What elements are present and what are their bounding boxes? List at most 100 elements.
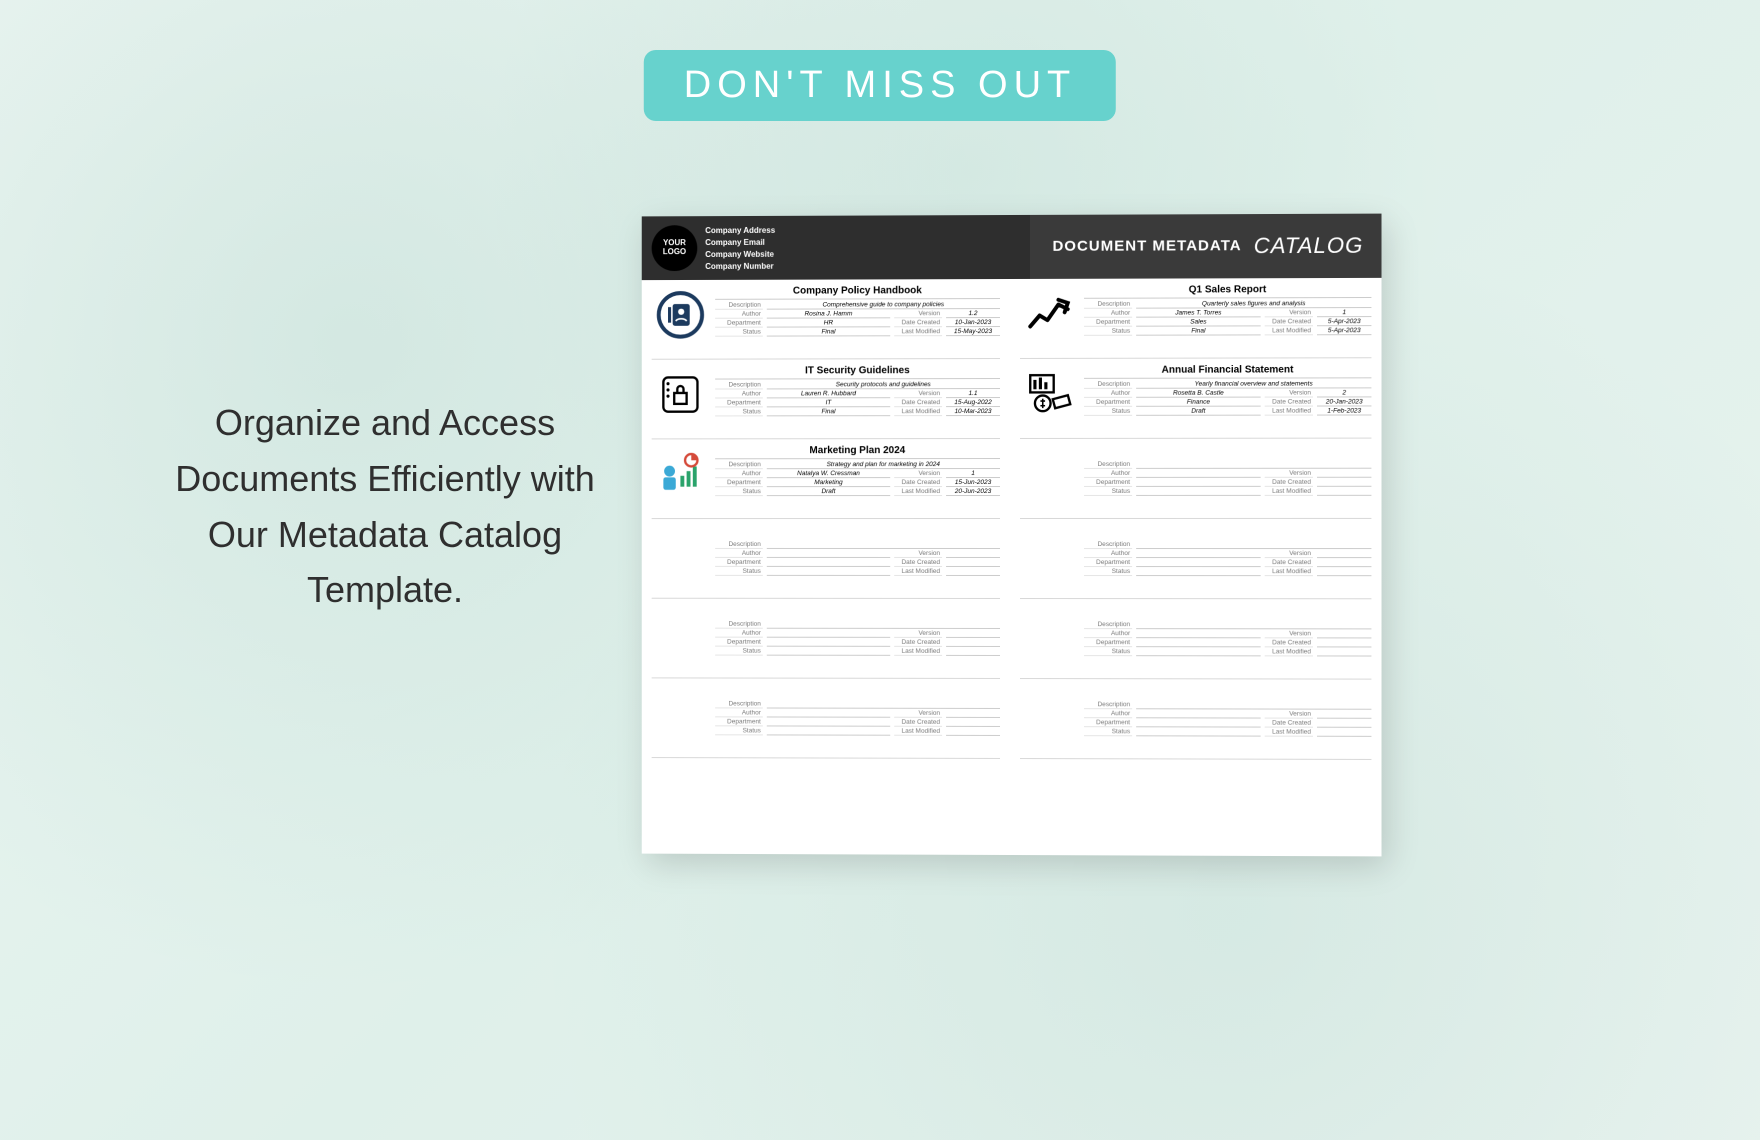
value-last-modified: 20-Jun-2023 <box>946 488 1000 496</box>
company-email-label: Company Email <box>705 237 775 246</box>
label-status: Status <box>1084 648 1132 656</box>
catalog-card: Q1 Sales Report Description Quarterly sa… <box>1020 284 1371 359</box>
label-author: Author <box>1084 630 1132 638</box>
label-author: Author <box>715 630 763 638</box>
card-meta: Description Author Version Department Da… <box>1084 701 1371 737</box>
value-date-created <box>1317 479 1371 487</box>
label-description: Description <box>715 302 763 310</box>
value-author <box>1136 550 1261 558</box>
label-status: Status <box>1084 328 1132 336</box>
label-department: Department <box>1084 319 1132 327</box>
label-date-created: Date Created <box>894 399 942 407</box>
value-author: Lauren R. Hubbard <box>767 390 890 398</box>
catalog-card: IT Security Guidelines Description Secur… <box>652 365 1000 439</box>
label-description: Description <box>1084 701 1132 709</box>
value-description <box>1136 541 1371 549</box>
label-date-created: Date Created <box>1265 399 1313 407</box>
promo-badge: DON'T MISS OUT <box>644 50 1116 121</box>
catalog-card: Marketing Plan 2024 Description Strategy… <box>652 445 1000 519</box>
value-last-modified <box>1317 648 1371 656</box>
label-date-created: Date Created <box>894 639 942 647</box>
card-title: Company Policy Handbook <box>715 285 1000 300</box>
card-content: Description Author Version Department Da… <box>715 605 1000 674</box>
card-title: IT Security Guidelines <box>715 365 1000 380</box>
value-date-created: 10-Jan-2023 <box>946 319 1000 327</box>
label-status: Status <box>715 648 763 656</box>
lock-icon <box>652 366 710 424</box>
value-last-modified <box>1317 729 1371 737</box>
value-version <box>1317 470 1371 478</box>
catalog-card: Description Author Version Department Da… <box>1020 685 1371 760</box>
contacts-icon <box>652 286 710 344</box>
label-author: Author <box>1084 310 1132 318</box>
label-author: Author <box>715 311 763 319</box>
card-meta: Description Author Version Department Da… <box>715 541 1000 576</box>
value-last-modified <box>946 568 1000 576</box>
value-version: 1 <box>1317 309 1371 317</box>
value-date-created: 5-Apr-2023 <box>1317 318 1371 326</box>
value-description <box>1136 461 1371 469</box>
value-author: James T. Torres <box>1136 309 1261 317</box>
card-content: Description Author Version Department Da… <box>1084 685 1371 755</box>
value-last-modified: 10-Mar-2023 <box>946 408 1000 416</box>
value-description <box>1136 701 1371 709</box>
value-description: Security protocols and guidelines <box>767 381 1000 389</box>
label-department: Department <box>715 639 763 647</box>
preview-header: YOUR LOGO Company Address Company Email … <box>642 214 1382 281</box>
card-meta: Description Author Version Department Da… <box>1084 621 1371 656</box>
label-date-created: Date Created <box>1265 639 1313 647</box>
card-meta: Description Quarterly sales figures and … <box>1084 300 1371 336</box>
label-status: Status <box>1084 488 1132 496</box>
value-status <box>767 648 890 656</box>
label-version: Version <box>1265 389 1313 397</box>
label-author: Author <box>1084 390 1132 398</box>
value-date-created <box>1317 559 1371 567</box>
value-last-modified: 15-May-2023 <box>946 328 1000 336</box>
value-author <box>767 630 890 638</box>
card-content: Description Author Version Department Da… <box>715 684 1000 754</box>
header-title-2: CATALOG <box>1254 233 1364 259</box>
headline-text: Organize and Access Documents Efficientl… <box>155 395 615 618</box>
value-last-modified <box>946 728 1000 736</box>
company-fields: Company Address Company Email Company We… <box>705 216 775 280</box>
label-date-created: Date Created <box>1265 479 1313 487</box>
label-version: Version <box>1265 309 1313 317</box>
label-date-created: Date Created <box>1265 318 1313 326</box>
value-date-created <box>1317 639 1371 647</box>
value-status: Final <box>767 408 890 416</box>
value-version: 1.2 <box>946 310 1000 318</box>
value-author <box>767 550 890 558</box>
value-author <box>1136 470 1261 478</box>
label-last-modified: Last Modified <box>894 728 942 736</box>
label-status: Status <box>1084 728 1132 736</box>
label-version: Version <box>1265 711 1313 719</box>
value-status: Final <box>767 328 890 336</box>
label-description: Description <box>1084 381 1132 389</box>
label-description: Description <box>715 461 763 469</box>
value-description: Yearly financial overview and statements <box>1136 380 1371 388</box>
promo-badge-container: DON'T MISS OUT <box>644 50 1116 121</box>
label-status: Status <box>715 488 763 496</box>
label-description: Description <box>1084 461 1132 469</box>
value-description <box>767 621 1000 629</box>
label-description: Description <box>1084 301 1132 309</box>
value-department <box>767 639 890 647</box>
label-last-modified: Last Modified <box>1265 729 1313 737</box>
label-author: Author <box>715 470 763 478</box>
company-address-label: Company Address <box>705 225 775 234</box>
header-title-1-text: DOCUMENT METADATA <box>1052 238 1241 256</box>
label-last-modified: Last Modified <box>1265 488 1313 496</box>
card-content: Description Author Version Department Da… <box>715 525 1000 594</box>
value-date-created <box>946 559 1000 567</box>
label-version: Version <box>1265 470 1313 478</box>
value-department <box>1136 639 1261 647</box>
card-meta: Description Yearly financial overview an… <box>1084 380 1371 416</box>
catalog-card: Company Policy Handbook Description Comp… <box>652 285 1000 360</box>
label-version: Version <box>894 630 942 638</box>
label-version: Version <box>1265 550 1313 558</box>
label-description: Description <box>1084 541 1132 549</box>
label-date-created: Date Created <box>894 559 942 567</box>
card-content: IT Security Guidelines Description Secur… <box>715 365 1000 434</box>
label-version: Version <box>894 710 942 718</box>
value-last-modified <box>1317 488 1371 496</box>
